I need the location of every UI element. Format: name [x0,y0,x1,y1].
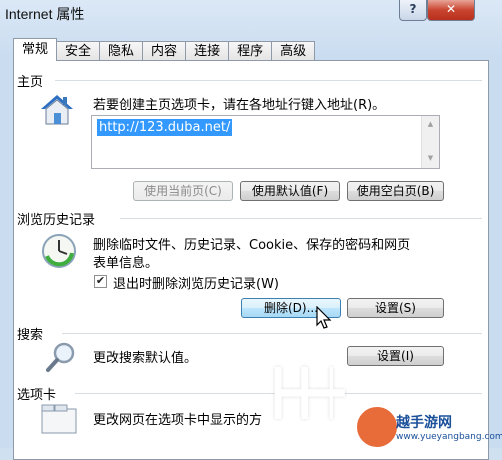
tabs-window-icon [41,404,77,434]
internet-properties-window: Internet 属性 ? ✕ 常规 安全 隐私 内容 连接 程序 高级 主页 … [0,0,502,460]
homepage-divider [55,80,482,81]
watermark-overlay: ┣╋┿ [265,368,345,419]
use-current-page-button[interactable]: 使用当前页(C) [133,181,233,201]
history-settings-button[interactable]: 设置(S) [347,298,444,318]
search-settings-button[interactable]: 设置(I) [347,346,444,366]
address-scrollbar[interactable]: ▲ ▼ [421,116,439,168]
mouse-cursor-icon [316,306,332,329]
search-description: 更改搜索默认值。 [93,351,198,366]
tab-content[interactable]: 内容 [142,41,187,61]
history-description-line2: 表单信息。 [93,256,159,271]
tab-strip: 常规 安全 隐私 内容 连接 程序 高级 [13,38,316,61]
delete-on-exit-label[interactable]: 退出时删除浏览历史记录(W) [113,273,279,292]
tab-connections[interactable]: 连接 [185,41,230,61]
history-description-line1: 删除临时文件、历史记录、Cookie、保存的密码和网页 [93,238,411,253]
use-blank-button[interactable]: 使用空白页(B) [347,181,444,201]
tab-security[interactable]: 安全 [56,41,101,61]
search-divider [62,333,482,334]
tabs-section-label: 选项卡 [17,384,61,403]
search-section-label: 搜索 [17,324,48,343]
title-bar: Internet 属性 ? ✕ [0,0,502,28]
scroll-up-icon[interactable]: ▲ [422,120,439,128]
homepage-address-value: http://123.duba.net/ [97,119,233,136]
watermark-brand: 越手游网 [396,415,452,431]
watermark-url: www.yueyangbang.com [396,432,502,442]
tabs-section-description: 更改网页在选项卡中显示的方 [93,413,263,428]
tab-privacy[interactable]: 隐私 [99,41,144,61]
tab-general[interactable]: 常规 [13,38,58,61]
homepage-section-label: 主页 [17,71,48,90]
tab-programs[interactable]: 程序 [228,41,273,61]
window-title: Internet 属性 [5,6,85,22]
watermark-logo [355,405,399,449]
magnifier-icon [46,342,75,372]
history-section-label: 浏览历史记录 [17,209,100,228]
close-button[interactable]: ✕ [427,0,475,21]
use-default-button[interactable]: 使用默认值(F) [240,181,340,201]
house-icon [41,95,73,125]
clock-icon [42,234,76,268]
tab-advanced[interactable]: 高级 [271,41,316,61]
history-divider [120,218,482,219]
delete-on-exit-checkbox[interactable]: ✔ [94,275,107,288]
homepage-description: 若要创建主页选项卡，请在各地址行键入地址(R)。 [93,98,386,113]
help-button[interactable]: ? [399,0,427,21]
scroll-down-icon[interactable]: ▼ [422,154,439,162]
homepage-address-field[interactable]: http://123.duba.net/ ▲ ▼ [91,115,440,169]
